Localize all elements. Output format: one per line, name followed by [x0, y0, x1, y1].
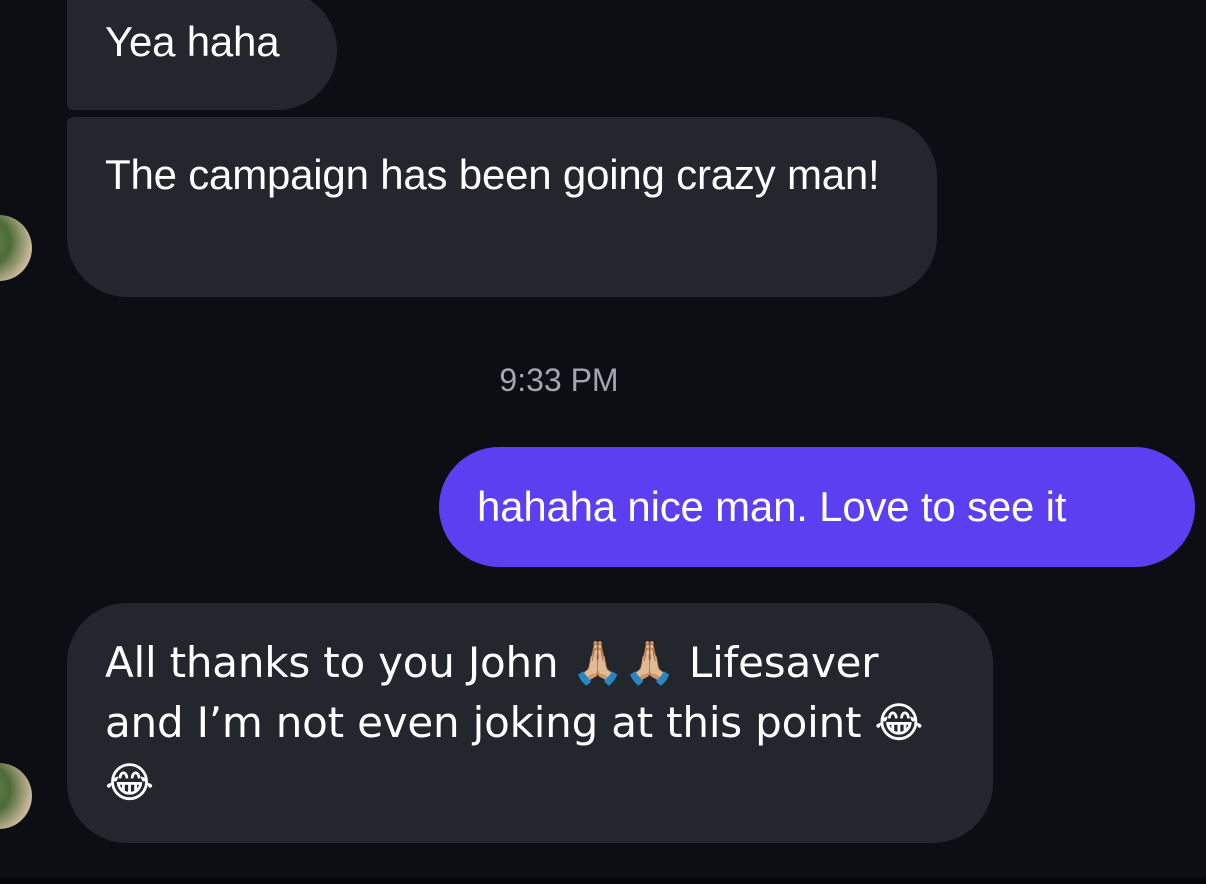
received-message-bubble[interactable]: All thanks to you John 🙏🏼🙏🏼 Lifesaver an…: [67, 603, 993, 843]
message-text: Yea haha: [105, 18, 280, 65]
message-timestamp: 9:33 PM: [499, 362, 619, 398]
received-message-bubble[interactable]: Yea haha: [67, 0, 337, 110]
message-text: hahaha nice man. Love to see it: [477, 483, 1067, 530]
sent-message-bubble[interactable]: hahaha nice man. Love to see it: [439, 447, 1195, 567]
bottom-edge: [0, 878, 1206, 884]
received-message-bubble[interactable]: The campaign has been going crazy man!: [67, 117, 937, 297]
message-text: The campaign has been going crazy man!: [105, 151, 880, 198]
contact-avatar[interactable]: [0, 215, 32, 281]
message-text: All thanks to you John 🙏🏼🙏🏼 Lifesaver an…: [105, 638, 924, 807]
contact-avatar[interactable]: [0, 763, 32, 829]
